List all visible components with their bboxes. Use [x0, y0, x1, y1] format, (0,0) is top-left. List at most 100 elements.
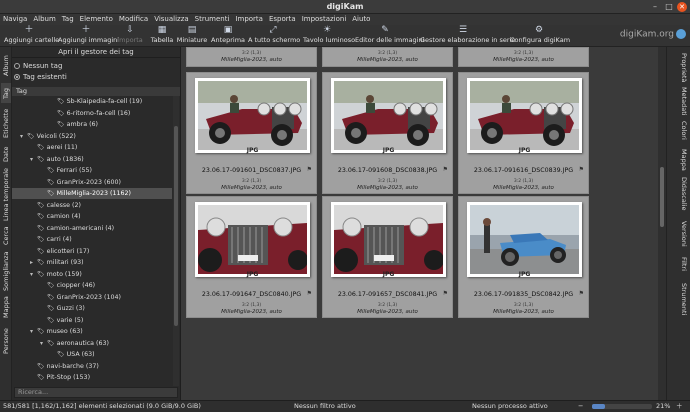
minimize-icon[interactable]: –: [650, 2, 660, 12]
expand-arrow-icon[interactable]: ▾: [30, 154, 37, 165]
process-status[interactable]: Nessun processo attivo: [472, 401, 548, 412]
add-images-button[interactable]: ＋ Aggiungi immagini: [58, 25, 119, 47]
zoom-level: 21%: [656, 402, 671, 410]
expand-arrow-icon[interactable]: ▾: [40, 338, 47, 349]
image-editor-button[interactable]: ✎ Editor delle immagini: [355, 25, 424, 47]
fullscreen-button[interactable]: ⤢ A tutto schermo: [248, 25, 300, 47]
tag-tree-item[interactable]: 🏷 carri (4): [30, 234, 72, 245]
add-folders-button[interactable]: ＋ Aggiungi cartelle: [4, 25, 59, 47]
open-tag-manager-button[interactable]: Apri il gestore dei tag: [12, 47, 180, 58]
tag-tree-item[interactable]: 🏷 6-ritorno-fa-cell (16): [50, 108, 130, 119]
import-button[interactable]: ⇩ Importa: [116, 25, 144, 47]
thumbnail-item[interactable]: JPG 23.06.17-091657_DSC0841.JPG ⚑ 3:2 (1,3)…: [322, 196, 453, 318]
menu-impostazioni[interactable]: Impostazioni: [299, 14, 350, 25]
tag-search-input[interactable]: Ricerca...: [14, 387, 178, 398]
close-icon[interactable]: ✕: [677, 2, 687, 12]
tag-tree-item[interactable]: 🏷 Ferrari (55): [40, 165, 92, 176]
tag-tree-scrollbar[interactable]: [173, 96, 179, 386]
tag-tree-item[interactable]: 🏷 aerei (11): [30, 142, 77, 153]
tag-tree-item[interactable]: 🏷 Guzzi (3): [40, 303, 85, 314]
thumbnail-item-partial[interactable]: 3:2 (1,3) MilleMiglia-2023, auto: [186, 47, 317, 67]
tag-tree-item[interactable]: ▾ 🏷 auto (1836): [30, 154, 84, 165]
thumbnail-item-partial[interactable]: 3:2 (1,3) MilleMiglia-2023, auto: [458, 47, 589, 67]
menu-elemento[interactable]: Elemento: [77, 14, 116, 25]
menu-tag[interactable]: Tag: [59, 14, 77, 25]
tag-tree-item[interactable]: 🏷 camion-americani (4): [30, 223, 114, 234]
tag-tree-item[interactable]: 🏷 MilleMiglia-2023 (1162): [12, 188, 172, 199]
menu-aiuto[interactable]: Aiuto: [349, 14, 373, 25]
right-tab-mappa[interactable]: Mappa: [679, 149, 689, 173]
table-view-button[interactable]: ▦ Tabella: [150, 25, 174, 47]
menu-esporta[interactable]: Esporta: [266, 14, 299, 25]
tag-tree-item[interactable]: ▾ 🏷 museo (63): [30, 326, 83, 337]
right-tab-filtri[interactable]: Filtri: [679, 257, 689, 279]
expand-arrow-icon[interactable]: ▾: [30, 326, 37, 337]
thumbnail-item-partial[interactable]: 3:2 (1,3) MilleMiglia-2023, auto: [322, 47, 453, 67]
tag-tree-item[interactable]: 🏷 varie (5): [40, 315, 83, 326]
tree-column-header[interactable]: Tag: [12, 87, 180, 96]
tag-tree-item[interactable]: 🏷 ambra (6): [50, 119, 98, 130]
zoom-slider[interactable]: [592, 404, 652, 409]
left-tab-album[interactable]: Album: [1, 51, 11, 81]
left-tab-somiglianza[interactable]: Somiglianza: [1, 251, 11, 291]
left-tab-date[interactable]: Date: [1, 143, 11, 165]
tag-tree-item[interactable]: 🏷 camion (4): [30, 211, 81, 222]
tag-tree-item[interactable]: 🏷 elicotteri (17): [30, 246, 89, 257]
menu-naviga[interactable]: Naviga: [0, 14, 30, 25]
thumbnail-item[interactable]: JPG 23.06.17-091616_DSC0839.JPG ⚑ 3:2 (1,3)…: [458, 72, 589, 194]
image-filename: 23.06.17-091835_DSC0842.JPG: [473, 291, 574, 298]
left-tab-cerca[interactable]: Cerca: [1, 223, 11, 249]
thumbnail-item[interactable]: JPG 23.06.17-091608_DSC0838.JPG ⚑ 3:2 (1,3)…: [322, 72, 453, 194]
right-tab-versioni[interactable]: Versioni: [679, 221, 689, 253]
thumbnails-view-button[interactable]: ▤ Miniature: [176, 25, 208, 47]
maximize-icon[interactable]: □: [664, 2, 674, 12]
lighttable-button[interactable]: ☀ Tavolo luminoso: [303, 25, 355, 47]
thumbnail-scrollbar[interactable]: [658, 47, 666, 400]
tag-tree-item[interactable]: 🏷 calesse (2): [30, 200, 81, 211]
tag-tree-item[interactable]: 🏷 Sb-Klaipedia-fa-cell (19): [50, 96, 142, 107]
scrollbar-thumb[interactable]: [660, 167, 664, 227]
tag-tree-item[interactable]: 🏷 ciopper (46): [40, 280, 95, 291]
scrollbar-thumb[interactable]: [174, 126, 178, 326]
menu-strumenti[interactable]: Strumenti: [192, 14, 233, 25]
tag-tree-item[interactable]: ▾ 🏷 aeronautica (63): [40, 338, 109, 349]
left-tab-mappa[interactable]: Mappa: [1, 293, 11, 321]
thumbnail-item[interactable]: JPG 23.06.17-091647_DSC0840.JPG ⚑ 3:2 (1,3)…: [186, 196, 317, 318]
right-tab-proprietà[interactable]: Proprietà: [679, 53, 689, 83]
menu-album[interactable]: Album: [30, 14, 58, 25]
tag-tree-item[interactable]: 🏷 USA (63): [50, 349, 95, 360]
tag-tree-item[interactable]: ▾ 🏷 moto (159): [30, 269, 82, 280]
filter-status[interactable]: Nessun filtro attivo: [294, 401, 356, 412]
left-tab-tag[interactable]: Tag: [1, 83, 11, 103]
preview-button[interactable]: ▣ Anteprima: [211, 25, 245, 47]
right-tab-didascalie[interactable]: Didascalie: [679, 177, 689, 217]
tag-tree-item[interactable]: 🏷 navi-barche (37): [30, 361, 99, 372]
left-tab-persone[interactable]: Persone: [1, 323, 11, 359]
right-tab-strumenti[interactable]: Strumenti: [679, 283, 689, 319]
radio-no-tags[interactable]: Nessun tag: [12, 61, 180, 72]
menu-importa[interactable]: Importa: [232, 14, 266, 25]
batch-queue-button[interactable]: ☰ Gestore elaborazione in serie: [420, 25, 515, 47]
tag-tree-item[interactable]: 🏷 GranPrix-2023 (104): [40, 292, 121, 303]
right-tab-metadati[interactable]: Metadati: [679, 87, 689, 117]
radio-existing-tags[interactable]: Tag esistenti: [12, 72, 180, 83]
zoom-in-icon[interactable]: ＋: [676, 401, 683, 412]
tag-tree-item[interactable]: ▸ 🏷 militari (93): [30, 257, 84, 268]
left-tab-linea-temporale[interactable]: Linea temporale: [1, 167, 11, 221]
left-tab-etichette[interactable]: Etichette: [1, 105, 11, 141]
tag-tree-item[interactable]: ▾ 🏷 Veicoli (522): [20, 131, 76, 142]
expand-arrow-icon[interactable]: ▾: [30, 269, 37, 280]
thumbnail-item[interactable]: JPG 23.06.17-091835_DSC0842.JPG ⚑ 3:2 (1,3)…: [458, 196, 589, 318]
right-tab-colori[interactable]: Colori: [679, 121, 689, 145]
menu-visualizza[interactable]: Visualizza: [151, 14, 191, 25]
tag-tree-item[interactable]: 🏷 GranPrix-2023 (600): [40, 177, 121, 188]
tag-tree-item[interactable]: 🏷 Pit-Stop (153): [30, 372, 90, 383]
menu-modifica[interactable]: Modifica: [116, 14, 151, 25]
expand-arrow-icon[interactable]: ▾: [20, 131, 27, 142]
table-icon: ▦: [157, 25, 167, 35]
thumbnail-image: [198, 81, 307, 150]
zoom-out-icon[interactable]: −: [578, 401, 583, 412]
expand-arrow-icon[interactable]: ▸: [30, 257, 37, 268]
thumbnail-item[interactable]: JPG 23.06.17-091601_DSC0837.JPG ⚑ 3:2 (1,3)…: [186, 72, 317, 194]
configure-button[interactable]: ⚙ Configura digiKam: [510, 25, 570, 47]
